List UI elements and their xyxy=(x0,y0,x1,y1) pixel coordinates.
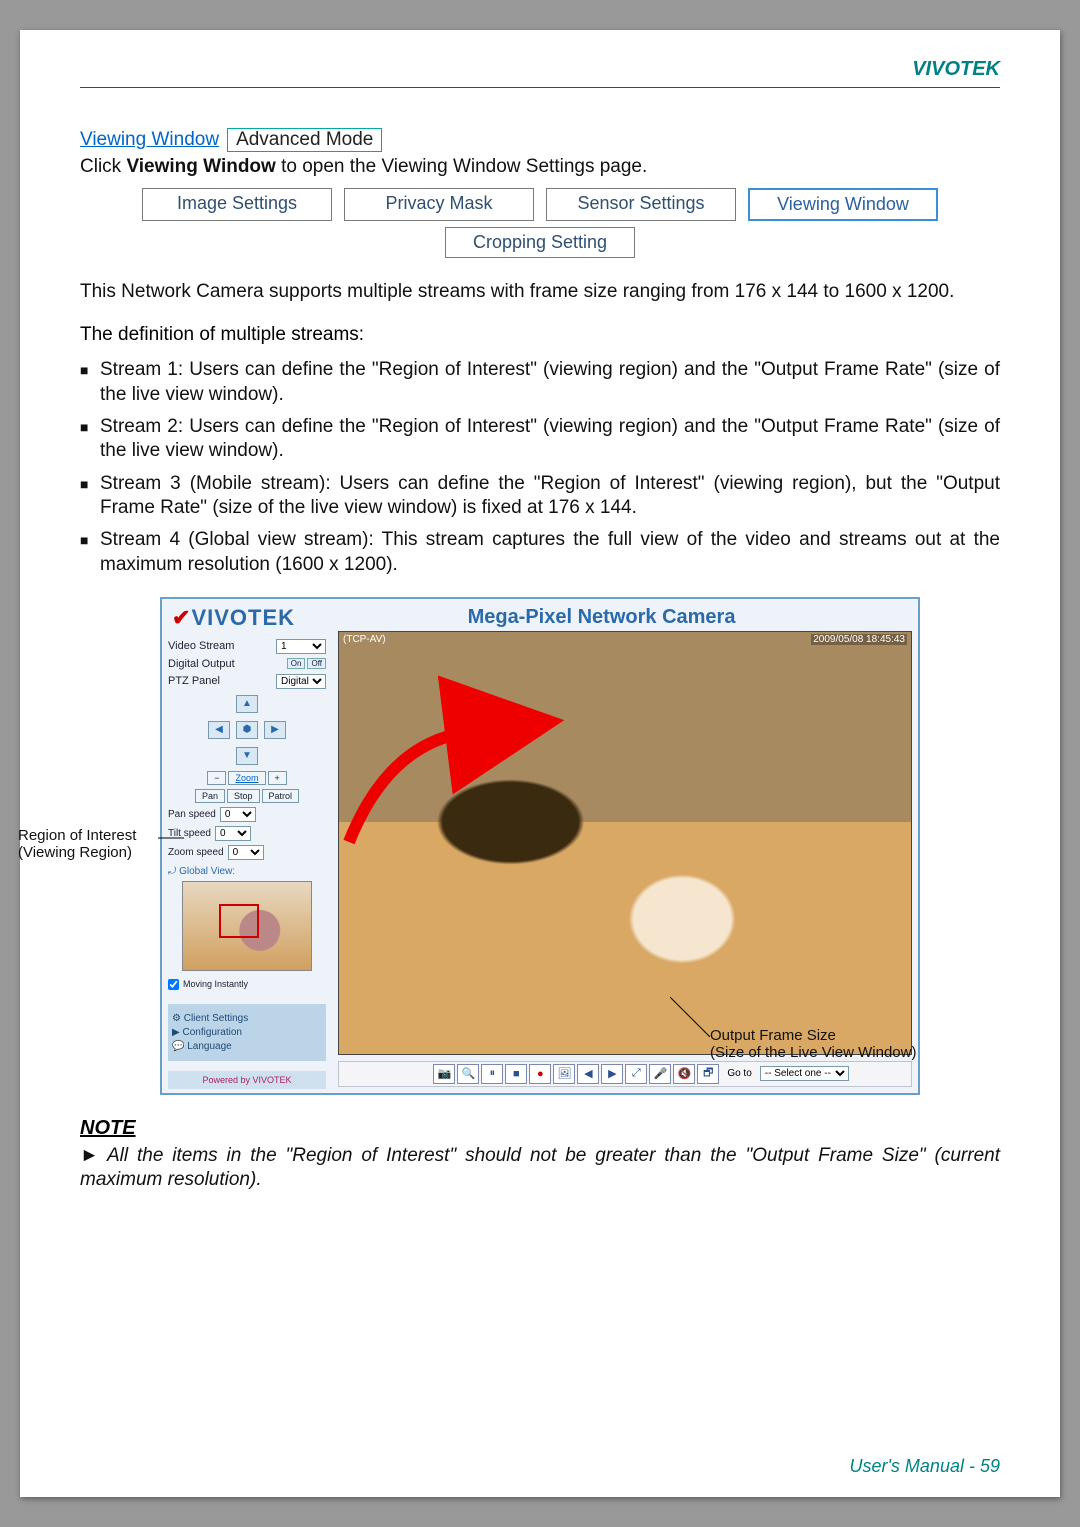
stream-4-def: Stream 4 (Global view stream): This stre… xyxy=(80,528,1000,577)
roi-indicator[interactable] xyxy=(219,904,259,938)
stop-playback-button[interactable]: ■ xyxy=(505,1064,527,1084)
ptz-panel-select[interactable]: Digital xyxy=(276,674,326,689)
next-button[interactable]: ▶ xyxy=(601,1064,623,1084)
powered-by: Powered by VIVOTEK xyxy=(168,1071,326,1089)
roi-arrow-icon xyxy=(349,702,509,857)
zoom-out-button[interactable]: − xyxy=(207,771,226,785)
roi-annotation: Region of Interest (Viewing Region) xyxy=(18,827,158,861)
instruction-post: to open the Viewing Window Settings page… xyxy=(276,156,647,177)
settings-tabs: Image Settings Privacy Mask Sensor Setti… xyxy=(80,188,1000,258)
ptz-up-button[interactable]: ▲ xyxy=(236,695,258,713)
page-footer: User's Manual - 59 xyxy=(80,1436,1000,1477)
footer-page-number: 59 xyxy=(980,1456,1000,1476)
camera-title: Mega-Pixel Network Camera xyxy=(295,606,908,629)
page-header: VIVOTEK xyxy=(80,58,1000,88)
global-view-label: ⤾ Global View: xyxy=(168,866,326,877)
menu-language[interactable]: 💬 Language xyxy=(172,1041,322,1052)
camera-web-ui: ✔VIVOTEK Mega-Pixel Network Camera Video… xyxy=(160,597,920,1095)
pan-speed-select[interactable]: 0 xyxy=(220,807,256,822)
mute-button[interactable]: 🔇 xyxy=(673,1064,695,1084)
window-button[interactable]: 🗗 xyxy=(697,1064,719,1084)
tab-cropping-setting[interactable]: Cropping Setting xyxy=(445,227,635,258)
camera-sidebar: Video Stream 1 Digital Output On Off PTZ… xyxy=(162,631,332,1093)
side-menu: ⚙ Client Settings ▶ Configuration 💬 Lang… xyxy=(168,1004,326,1061)
snapshot-button[interactable]: 📷 xyxy=(433,1064,455,1084)
zoom-label: Zoom xyxy=(228,771,265,785)
video-stream-select[interactable]: 1 xyxy=(276,639,326,654)
pan-speed-label: Pan speed xyxy=(168,809,216,820)
ptz-arrow-pad: ▲ ◀ ⬢ ▶ ▼ xyxy=(202,695,292,765)
tab-sensor-settings[interactable]: Sensor Settings xyxy=(546,188,736,221)
zoom-speed-label: Zoom speed xyxy=(168,847,224,858)
image-button[interactable]: 🖼 xyxy=(553,1064,575,1084)
ptz-right-button[interactable]: ▶ xyxy=(264,721,286,739)
ptz-left-button[interactable]: ◀ xyxy=(208,721,230,739)
instruction-pre: Click xyxy=(80,156,126,177)
ptz-home-button[interactable]: ⬢ xyxy=(236,721,258,739)
moving-instantly-label: Moving Instantly xyxy=(183,979,248,989)
moving-instantly-checkbox[interactable]: Moving Instantly xyxy=(168,979,326,990)
stream-protocol-badge: (TCP-AV) xyxy=(343,634,386,645)
stream-1-def: Stream 1: Users can define the "Region o… xyxy=(80,358,1000,407)
brand: VIVOTEK xyxy=(912,58,1000,80)
tilt-speed-select[interactable]: 0 xyxy=(215,826,251,841)
camera-logo: ✔VIVOTEK xyxy=(172,605,295,631)
ptz-down-button[interactable]: ▼ xyxy=(236,747,258,765)
do-on[interactable]: On xyxy=(287,658,306,669)
viewing-window-link[interactable]: Viewing Window xyxy=(80,129,219,151)
zoom-speed-select[interactable]: 0 xyxy=(228,845,264,860)
moving-instantly-input[interactable] xyxy=(168,979,179,990)
digital-output-toggle[interactable]: On Off xyxy=(287,658,326,669)
tab-privacy-mask[interactable]: Privacy Mask xyxy=(344,188,534,221)
goto-select[interactable]: -- Select one -- xyxy=(760,1066,849,1081)
tilt-speed-label: Tilt speed xyxy=(168,828,211,839)
pan-button[interactable]: Pan xyxy=(195,789,225,803)
camera-main-view: (TCP-AV) 2009/05/08 18:45:43 📷 🔍 ⏸ ■ xyxy=(332,631,918,1093)
definition-title: The definition of multiple streams: xyxy=(80,324,1000,346)
live-video-frame[interactable]: (TCP-AV) 2009/05/08 18:45:43 xyxy=(338,631,912,1055)
footer-label: User's Manual - xyxy=(849,1456,979,1476)
zoom-button[interactable]: 🔍 xyxy=(457,1064,479,1084)
tab-image-settings[interactable]: Image Settings xyxy=(142,188,332,221)
goto-label: Go to xyxy=(727,1068,751,1079)
stop-button[interactable]: Stop xyxy=(227,789,260,803)
menu-client-settings[interactable]: ⚙ Client Settings xyxy=(172,1013,322,1024)
note-body: All the items in the "Region of Interest… xyxy=(80,1144,1000,1192)
manual-page: VIVOTEK Viewing Window Advanced Mode Cli… xyxy=(20,30,1060,1497)
tab-viewing-window[interactable]: Viewing Window xyxy=(748,188,938,221)
video-stream-label: Video Stream xyxy=(168,640,234,652)
video-timestamp: 2009/05/08 18:45:43 xyxy=(811,634,907,645)
advanced-mode-badge: Advanced Mode xyxy=(227,128,382,152)
digital-output-label: Digital Output xyxy=(168,658,235,670)
global-view-thumbnail[interactable] xyxy=(182,881,312,971)
stream-2-def: Stream 2: Users can define the "Region o… xyxy=(80,415,1000,464)
ptz-panel-label: PTZ Panel xyxy=(168,675,220,687)
fullscreen-button[interactable]: ⤢ xyxy=(625,1064,647,1084)
instruction-bold: Viewing Window xyxy=(126,156,275,177)
instruction-line: Click Viewing Window to open the Viewing… xyxy=(80,156,1000,178)
menu-configuration[interactable]: ▶ Configuration xyxy=(172,1027,322,1038)
record-button[interactable]: ● xyxy=(529,1064,551,1084)
prev-button[interactable]: ◀ xyxy=(577,1064,599,1084)
stream-definitions: Stream 1: Users can define the "Region o… xyxy=(80,350,1000,577)
player-toolbar: 📷 🔍 ⏸ ■ ● 🖼 ◀ ▶ ⤢ 🎤 🔇 🗗 Go to -- Select … xyxy=(338,1061,912,1087)
pause-button[interactable]: ⏸ xyxy=(481,1064,503,1084)
patrol-button[interactable]: Patrol xyxy=(262,789,300,803)
intro-paragraph: This Network Camera supports multiple st… xyxy=(80,280,1000,304)
note-heading: NOTE xyxy=(80,1117,1000,1140)
mic-button[interactable]: 🎤 xyxy=(649,1064,671,1084)
do-off[interactable]: Off xyxy=(307,658,326,669)
stream-3-def: Stream 3 (Mobile stream): Users can defi… xyxy=(80,472,1000,521)
zoom-in-button[interactable]: + xyxy=(268,771,287,785)
section-title-row: Viewing Window Advanced Mode xyxy=(80,128,1000,152)
